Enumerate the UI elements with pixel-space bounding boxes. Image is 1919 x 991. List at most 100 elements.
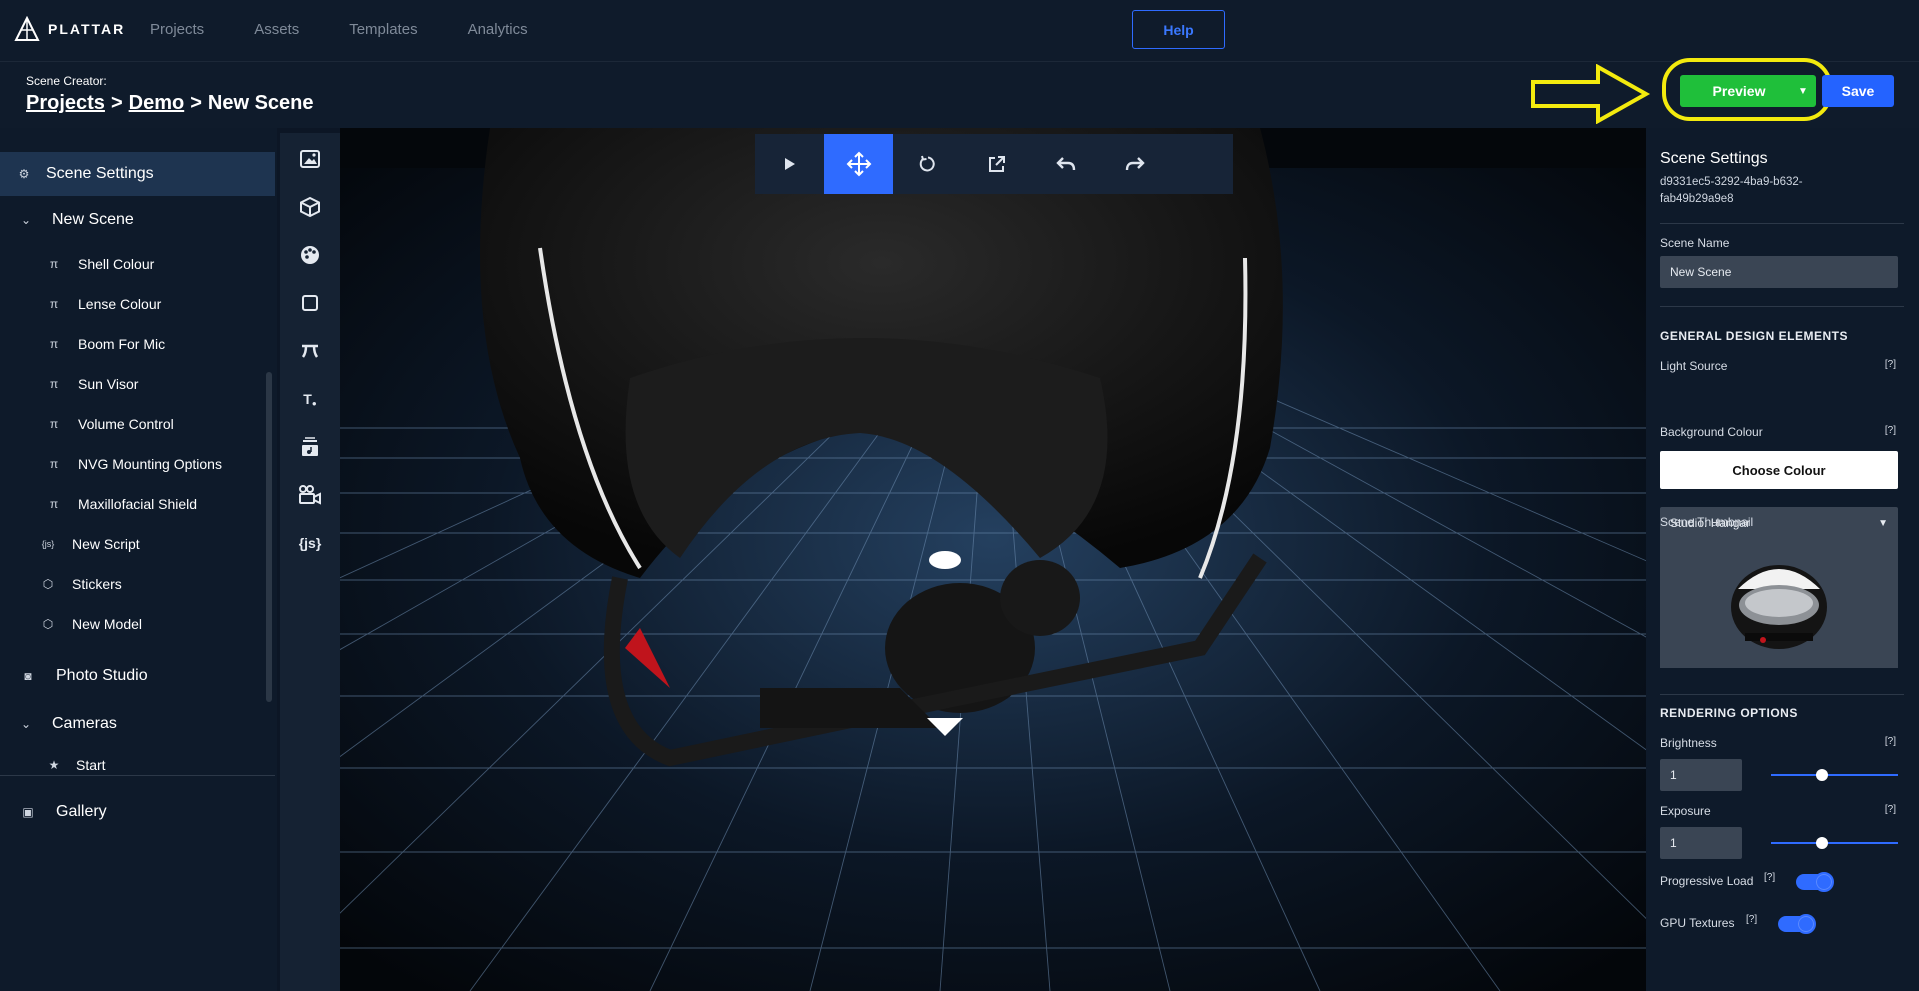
sidebar-item-label: Stickers (72, 576, 122, 592)
help-marker[interactable]: [?] (1885, 804, 1896, 815)
text-icon[interactable]: T ● (280, 381, 340, 417)
script-icon: {js} (41, 539, 55, 549)
scale-icon[interactable] (962, 134, 1031, 194)
gear-icon: ⚙ (18, 167, 30, 181)
preview-button[interactable]: Preview ▼ (1680, 75, 1816, 107)
general-heading: GENERAL DESIGN ELEMENTS (1660, 329, 1848, 343)
sidebar-item-photo-studio[interactable]: ◙ Photo Studio (0, 654, 275, 698)
sidebar-item-stickers[interactable]: ⬡ Stickers (0, 566, 275, 602)
sidebar-item-label: Lense Colour (78, 296, 162, 312)
crumb-current: New Scene (207, 92, 314, 114)
sidebar-item-label: NVG Mounting Options (78, 456, 222, 472)
gpu-textures-toggle[interactable] (1778, 914, 1816, 934)
sidebar-item-gallery[interactable]: ▣ Gallery (0, 790, 275, 834)
sidebar-item-label: Cameras (52, 715, 117, 732)
help-marker[interactable]: [?] (1885, 425, 1896, 436)
undo-icon[interactable] (1031, 134, 1100, 194)
viewport-render (340, 128, 1646, 991)
nav-projects[interactable]: Projects (150, 21, 204, 38)
sidebar-item-camera-start[interactable]: ★ Start (0, 747, 275, 783)
sidebar-item-new-scene[interactable]: ⌄ New Scene (0, 198, 275, 242)
scene-creator-label: Scene Creator: (26, 74, 107, 88)
image-icon[interactable] (280, 141, 340, 177)
brand-logo[interactable]: PLATTAR (14, 16, 125, 42)
cube-icon[interactable] (280, 189, 340, 225)
slider-handle[interactable] (1815, 837, 1828, 849)
progressive-load-toggle[interactable] (1796, 872, 1834, 892)
sidebar-item-scene-settings[interactable]: ⚙ Scene Settings (0, 152, 275, 196)
breadcrumb: Projects > Demo > New Scene (26, 92, 314, 115)
variation-icon: π (49, 257, 59, 271)
variation-icon[interactable] (280, 333, 340, 369)
divider (1660, 223, 1904, 224)
script-icon[interactable]: {js} (280, 525, 340, 561)
help-button[interactable]: Help (1132, 10, 1225, 49)
chevron-down-icon[interactable]: ⌄ (16, 213, 36, 227)
save-button[interactable]: Save (1822, 75, 1894, 107)
help-marker[interactable]: [?] (1764, 872, 1775, 883)
scrollbar[interactable] (266, 372, 272, 702)
sidebar-item-variation[interactable]: π NVG Mounting Options (0, 446, 275, 482)
brightness-slider[interactable] (1771, 769, 1898, 781)
main-nav: Projects Assets Templates Analytics (150, 0, 578, 58)
sidebar-item-script[interactable]: {js} New Script (0, 526, 275, 562)
exposure-input[interactable]: 1 (1660, 827, 1742, 859)
sidebar-item-variation[interactable]: π Boom For Mic (0, 326, 275, 362)
sidebar-item-label: Volume Control (78, 416, 174, 432)
preview-label: Preview (1712, 83, 1766, 99)
redo-icon[interactable] (1100, 134, 1169, 194)
choose-colour-button[interactable]: Choose Colour (1660, 451, 1898, 489)
help-marker[interactable]: [?] (1746, 914, 1757, 925)
audio-icon[interactable] (280, 429, 340, 465)
crumb-projects[interactable]: Projects (26, 92, 105, 115)
palette-icon[interactable] (280, 237, 340, 273)
sidebar-item-label: Maxillofacial Shield (78, 496, 198, 512)
sidebar-item-variation[interactable]: π Shell Colour (0, 246, 275, 282)
brand-name: PLATTAR (48, 21, 126, 37)
sidebar-item-label: Gallery (56, 803, 107, 820)
scene-name-input[interactable]: New Scene (1660, 256, 1898, 288)
toggle-knob (1796, 914, 1816, 934)
crumb-demo[interactable]: Demo (129, 92, 185, 115)
crumb-separator: > (190, 92, 202, 114)
chevron-down-icon[interactable]: ▼ (1790, 75, 1816, 107)
nav-analytics[interactable]: Analytics (468, 21, 528, 38)
star-icon: ★ (48, 758, 60, 772)
video-camera-icon[interactable] (280, 477, 340, 513)
exposure-label: Exposure (1660, 804, 1711, 818)
sidebar-item-variation[interactable]: π Lense Colour (0, 286, 275, 322)
rotate-icon[interactable] (893, 134, 962, 194)
variation-icon: π (49, 457, 59, 471)
exposure-slider[interactable] (1771, 837, 1898, 849)
help-marker[interactable]: [?] (1885, 359, 1896, 370)
scene-tree-panel: ⚙ Scene Settings ⌄ New Scene π Shell Col… (0, 128, 277, 991)
scene-thumbnail[interactable] (1660, 537, 1898, 668)
helmet-thumbnail-image (1660, 537, 1898, 668)
nav-templates[interactable]: Templates (349, 21, 417, 38)
nav-assets[interactable]: Assets (254, 21, 299, 38)
shape-icon[interactable] (280, 285, 340, 321)
brightness-input[interactable]: 1 (1660, 759, 1742, 791)
plattar-logo-icon (14, 16, 40, 41)
sidebar-item-label: Sun Visor (78, 376, 139, 392)
scene-viewport[interactable] (340, 128, 1646, 991)
play-icon[interactable] (755, 134, 824, 194)
divider (1660, 694, 1904, 695)
sidebar-item-variation[interactable]: π Volume Control (0, 406, 275, 442)
scene-name-label: Scene Name (1660, 236, 1730, 250)
chevron-down-icon[interactable]: ⌄ (16, 717, 36, 731)
slider-handle[interactable] (1815, 769, 1828, 781)
top-navbar: PLATTAR Projects Assets Templates Analyt… (0, 0, 1919, 62)
scene-settings-panel: Scene Settings d9331ec5-3292-4ba9-b632-f… (1646, 128, 1919, 991)
sidebar-item-variation[interactable]: π Maxillofacial Shield (0, 486, 275, 522)
sidebar-item-label: Start (76, 757, 106, 773)
sidebar-item-cameras[interactable]: ⌄ Cameras (0, 702, 275, 746)
crumb-separator: > (110, 92, 123, 114)
variation-icon: π (49, 377, 59, 391)
sidebar-item-label: Scene Settings (46, 165, 154, 182)
move-icon[interactable] (824, 134, 893, 194)
sidebar-item-new-model[interactable]: ⬡ New Model (0, 606, 275, 642)
help-marker[interactable]: [?] (1885, 736, 1896, 747)
variation-icon: π (49, 337, 59, 351)
sidebar-item-variation[interactable]: π Sun Visor (0, 366, 275, 402)
